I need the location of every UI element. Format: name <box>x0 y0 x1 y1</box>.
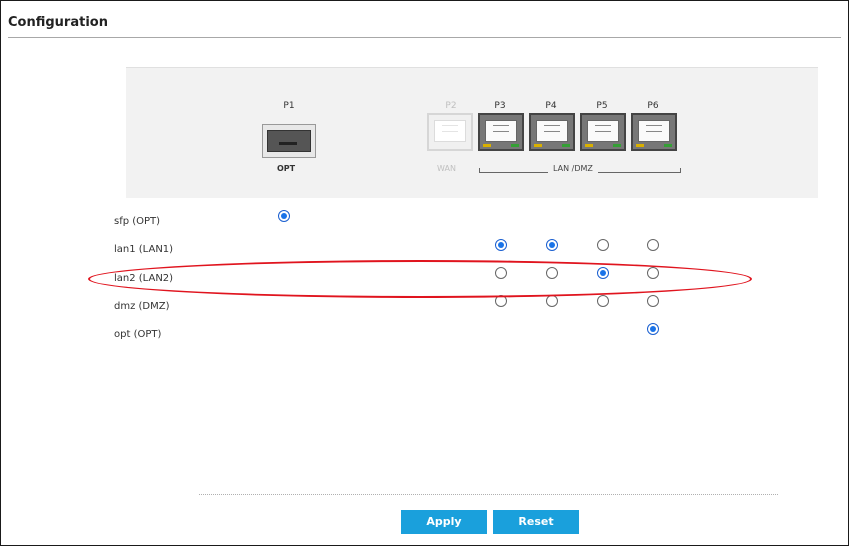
ethernet-port-icon-p2 <box>427 113 473 151</box>
radio-lan1-p5[interactable] <box>597 239 609 251</box>
row-label-lan1: lan1 (LAN1) <box>114 244 174 255</box>
ethernet-port-icon-p5 <box>580 113 626 151</box>
port-sublabel-wan: WAN <box>437 164 456 173</box>
port-label-p5: P5 <box>596 101 608 111</box>
radio-opt-p6[interactable] <box>647 323 659 335</box>
radio-lan1-p6[interactable] <box>647 239 659 251</box>
section-title: Configuration <box>8 15 108 30</box>
port-label-p4: P4 <box>545 101 557 111</box>
reset-button[interactable]: Reset <box>493 510 579 534</box>
port-label-p1: P1 <box>283 101 295 111</box>
sfp-port-icon <box>262 124 316 158</box>
ethernet-port-icon-p4 <box>529 113 575 151</box>
row-label-opt: opt (OPT) <box>114 329 162 340</box>
radio-lan1-p3[interactable] <box>495 239 507 251</box>
row-label-sfp: sfp (OPT) <box>114 216 161 227</box>
radio-dmz-p5[interactable] <box>597 295 609 307</box>
port-label-p3: P3 <box>494 101 506 111</box>
title-divider <box>8 37 841 38</box>
ethernet-port-icon-p6 <box>631 113 677 151</box>
bottom-divider <box>199 494 778 495</box>
group-label-lan-dmz: LAN /DMZ <box>548 164 598 173</box>
radio-lan1-p4[interactable] <box>546 239 558 251</box>
row-label-dmz: dmz (DMZ) <box>114 301 170 312</box>
highlight-ellipse <box>88 260 752 298</box>
port-label-p2: P2 <box>445 101 457 111</box>
port-label-p6: P6 <box>647 101 659 111</box>
radio-sfp-p1[interactable] <box>278 210 290 222</box>
radio-dmz-p6[interactable] <box>647 295 659 307</box>
ethernet-port-icon-p3 <box>478 113 524 151</box>
radio-dmz-p4[interactable] <box>546 295 558 307</box>
apply-button[interactable]: Apply <box>401 510 487 534</box>
port-sublabel-opt: OPT <box>277 164 296 173</box>
